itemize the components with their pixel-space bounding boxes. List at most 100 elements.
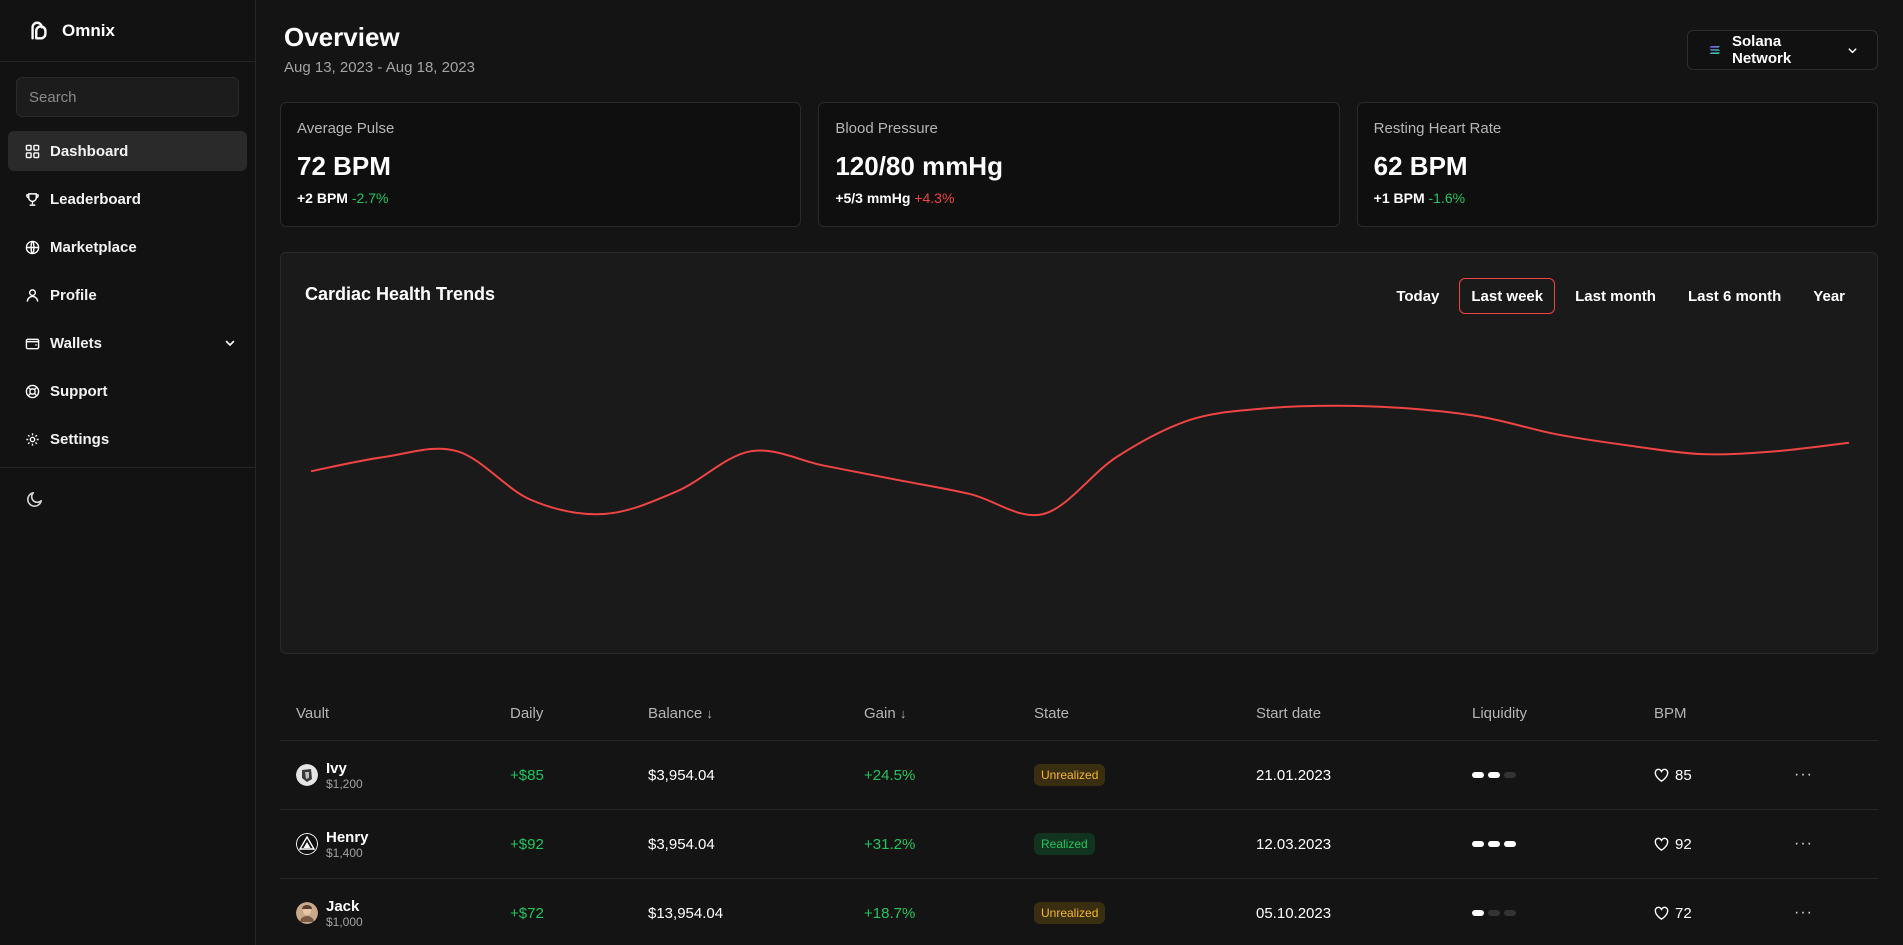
stat-delta: +2 BPM bbox=[297, 190, 348, 206]
dashboard-icon bbox=[24, 143, 40, 159]
heart-icon bbox=[1654, 768, 1669, 782]
table-row[interactable]: Ivy $1,200 +$85 $3,954.04 +24.5% Unreali… bbox=[280, 741, 1878, 810]
range-year[interactable]: Year bbox=[1801, 278, 1857, 314]
range-tabs: Today Last week Last month Last 6 month … bbox=[1384, 278, 1857, 314]
column-liquidity[interactable]: Liquidity bbox=[1472, 705, 1654, 722]
column-state[interactable]: State bbox=[1034, 705, 1256, 722]
status-badge: Unrealized bbox=[1034, 764, 1106, 786]
sidebar-item-wallets[interactable]: Wallets bbox=[8, 323, 247, 363]
sidebar-item-label: Dashboard bbox=[50, 142, 129, 160]
status-badge: Unrealized bbox=[1034, 902, 1106, 924]
daily-value: +$92 bbox=[510, 835, 544, 853]
lifebuoy-icon bbox=[24, 383, 40, 399]
liquidity-pip bbox=[1504, 841, 1516, 847]
stat-card-average-pulse: Average Pulse 72 BPM +2 BPM -2.7% bbox=[280, 102, 802, 227]
logo-icon bbox=[31, 21, 47, 40]
vault-amount: $1,200 bbox=[326, 776, 363, 791]
user-icon bbox=[24, 287, 40, 303]
stat-delta: +5/3 mmHg bbox=[835, 190, 911, 206]
liquidity-pip bbox=[1504, 910, 1516, 916]
liquidity-pip bbox=[1488, 772, 1500, 778]
moon-icon[interactable] bbox=[26, 490, 44, 508]
bpm-value: 72 bbox=[1675, 904, 1692, 922]
sidebar-item-label: Marketplace bbox=[50, 238, 137, 256]
range-last-6-month[interactable]: Last 6 month bbox=[1676, 278, 1793, 314]
sidebar-item-support[interactable]: Support bbox=[8, 371, 247, 411]
brand: Omnix bbox=[0, 0, 255, 62]
start-date-value: 12.03.2023 bbox=[1256, 835, 1332, 853]
stat-delta: +1 BPM bbox=[1373, 190, 1425, 206]
sidebar-item-label: Wallets bbox=[50, 334, 102, 352]
gear-icon bbox=[24, 431, 40, 447]
trophy-icon bbox=[24, 191, 40, 207]
column-gain[interactable]: Gain ↓ bbox=[864, 705, 1034, 722]
more-options-icon[interactable]: ··· bbox=[1794, 904, 1834, 922]
stat-change: +4.3% bbox=[914, 190, 955, 206]
stat-label: Resting Heart Rate bbox=[1373, 120, 1502, 137]
stat-delta-line: +2 BPM -2.7% bbox=[297, 190, 784, 206]
stat-change: -1.6% bbox=[1428, 190, 1466, 206]
daily-value: +$72 bbox=[510, 904, 544, 922]
start-date-value: 05.10.2023 bbox=[1256, 904, 1332, 922]
sort-arrow-icon: ↓ bbox=[899, 706, 907, 721]
sidebar-item-label: Support bbox=[50, 382, 108, 400]
avatar bbox=[296, 764, 318, 786]
more-options-icon[interactable]: ··· bbox=[1794, 835, 1834, 853]
vault-name: Henry bbox=[326, 828, 369, 846]
more-options-icon[interactable]: ··· bbox=[1794, 766, 1834, 784]
range-last-month[interactable]: Last month bbox=[1563, 278, 1668, 314]
page-header: Overview Aug 13, 2023 - Aug 18, 2023 Sol… bbox=[280, 0, 1878, 102]
liquidity-pip bbox=[1488, 841, 1500, 847]
series-line bbox=[310, 404, 1850, 517]
bpm-value: 92 bbox=[1675, 835, 1692, 853]
network-selector[interactable]: Solana Network bbox=[1687, 30, 1878, 70]
vault-name: Jack bbox=[326, 897, 360, 915]
app-name: Omnix bbox=[62, 20, 115, 40]
heart-icon bbox=[1654, 906, 1669, 920]
stat-value: 120/80 mmHg bbox=[835, 151, 1003, 181]
sidebar-item-dashboard[interactable]: Dashboard bbox=[8, 131, 247, 171]
sidebar-item-settings[interactable]: Settings bbox=[8, 419, 247, 459]
globe-icon bbox=[24, 239, 40, 255]
liquidity-indicator bbox=[1472, 841, 1654, 847]
avatar bbox=[296, 833, 318, 855]
heart-icon bbox=[1654, 837, 1669, 851]
column-vault[interactable]: Vault bbox=[296, 705, 510, 722]
stat-card-resting-heart-rate: Resting Heart Rate 62 BPM +1 BPM -1.6% bbox=[1356, 102, 1878, 227]
network-label: Solana Network bbox=[1732, 33, 1792, 67]
page-title: Overview bbox=[284, 22, 400, 52]
balance-value: $13,954.04 bbox=[648, 904, 724, 922]
stat-delta-line: +5/3 mmHg +4.3% bbox=[835, 190, 1322, 206]
column-daily[interactable]: Daily bbox=[510, 705, 648, 722]
sort-arrow-icon: ↓ bbox=[706, 706, 713, 721]
stat-card-blood-pressure: Blood Pressure 120/80 mmHg +5/3 mmHg +4.… bbox=[818, 102, 1340, 227]
stat-label: Blood Pressure bbox=[835, 120, 938, 137]
avatar bbox=[296, 902, 318, 924]
search-input[interactable] bbox=[16, 77, 239, 117]
sidebar-item-label: Profile bbox=[50, 286, 97, 304]
vault-name: Ivy bbox=[326, 759, 347, 777]
column-balance[interactable]: Balance ↓ bbox=[648, 705, 864, 722]
range-last-week[interactable]: Last week bbox=[1459, 278, 1556, 314]
stat-change: -2.7% bbox=[351, 190, 389, 206]
stat-value: 62 BPM bbox=[1373, 151, 1468, 181]
solana-icon bbox=[1709, 46, 1720, 54]
column-start-date[interactable]: Start date bbox=[1256, 705, 1472, 722]
sidebar-item-leaderboard[interactable]: Leaderboard bbox=[8, 179, 247, 219]
daily-value: +$85 bbox=[510, 766, 544, 784]
liquidity-indicator bbox=[1472, 910, 1654, 916]
column-bpm[interactable]: BPM bbox=[1654, 705, 1794, 722]
range-today[interactable]: Today bbox=[1384, 278, 1451, 314]
table-header: Vault Daily Balance ↓ Gain ↓ State Start… bbox=[280, 677, 1878, 741]
liquidity-pip bbox=[1472, 841, 1484, 847]
table-row[interactable]: Jack $1,000 +$72 $13,954.04 +18.7% Unrea… bbox=[280, 879, 1878, 945]
sidebar-item-label: Settings bbox=[50, 430, 110, 448]
liquidity-pip bbox=[1504, 772, 1516, 778]
vault-amount: $1,000 bbox=[326, 914, 363, 929]
sidebar-item-marketplace[interactable]: Marketplace bbox=[8, 227, 247, 267]
sidebar-item-profile[interactable]: Profile bbox=[8, 275, 247, 315]
bpm-value: 85 bbox=[1675, 766, 1692, 784]
table-row[interactable]: Henry $1,400 +$92 $3,954.04 +31.2% Reali… bbox=[280, 810, 1878, 879]
vault-amount: $1,400 bbox=[326, 845, 363, 860]
gain-value: +31.2% bbox=[864, 835, 916, 853]
